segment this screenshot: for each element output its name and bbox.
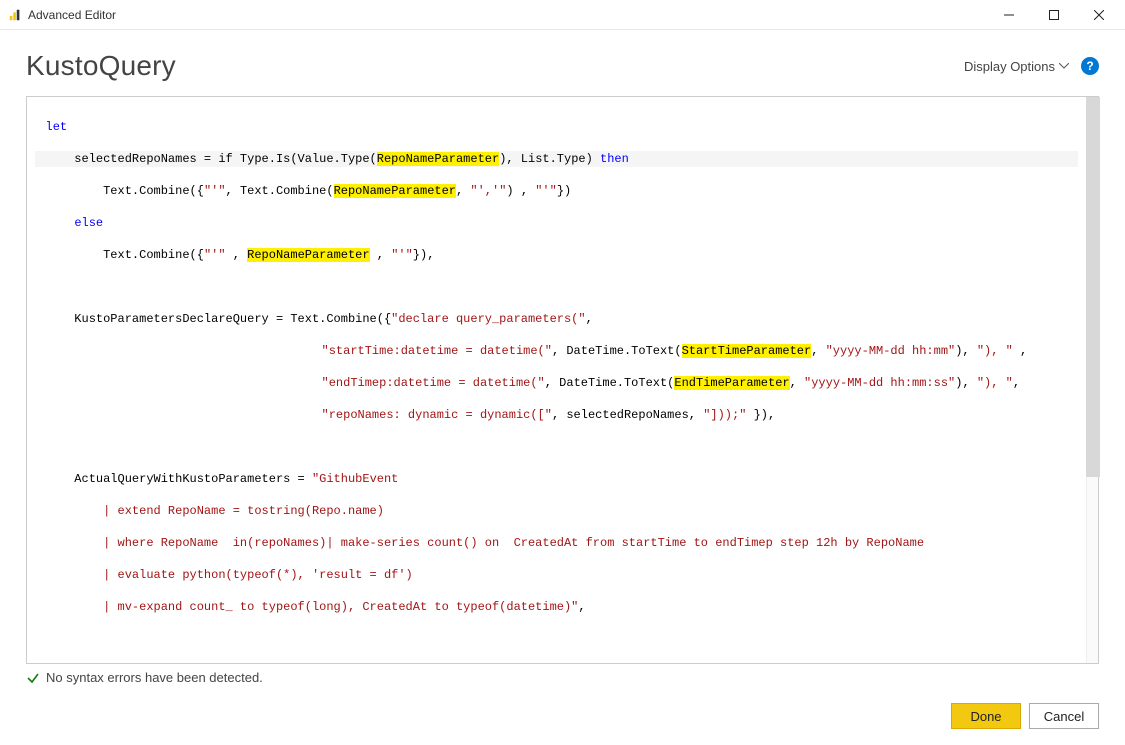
status-message: No syntax errors have been detected.	[46, 670, 263, 685]
page-title: KustoQuery	[26, 50, 176, 82]
display-options-label: Display Options	[964, 59, 1055, 74]
done-button[interactable]: Done	[951, 703, 1021, 729]
current-line: selectedRepoNames = if Type.Is(Value.Typ…	[35, 151, 1078, 167]
app-icon	[8, 8, 22, 22]
check-icon	[26, 671, 40, 685]
highlighted-param: EndTimeParameter	[674, 376, 789, 390]
footer-buttons: Done Cancel	[951, 703, 1099, 729]
minimize-button[interactable]	[986, 0, 1031, 30]
cancel-button[interactable]: Cancel	[1029, 703, 1099, 729]
close-button[interactable]	[1076, 0, 1121, 30]
scrollbar-track[interactable]	[1086, 97, 1098, 663]
help-icon[interactable]: ?	[1081, 57, 1099, 75]
highlighted-param: RepoNameParameter	[334, 184, 456, 198]
titlebar: Advanced Editor	[0, 0, 1125, 30]
header-row: KustoQuery Display Options ?	[26, 50, 1099, 82]
chevron-down-icon	[1059, 63, 1069, 69]
code-editor[interactable]: let selectedRepoNames = if Type.Is(Value…	[26, 96, 1099, 664]
window-title: Advanced Editor	[28, 8, 116, 22]
display-options-dropdown[interactable]: Display Options	[964, 59, 1069, 74]
highlighted-param: StartTimeParameter	[682, 344, 812, 358]
highlighted-param: RepoNameParameter	[247, 248, 369, 262]
scrollbar-thumb[interactable]	[1086, 97, 1100, 477]
status-bar: No syntax errors have been detected.	[26, 670, 1099, 685]
keyword-let: let	[46, 120, 68, 134]
maximize-button[interactable]	[1031, 0, 1076, 30]
code-area[interactable]: let selectedRepoNames = if Type.Is(Value…	[27, 97, 1086, 663]
highlighted-param: RepoNameParameter	[377, 152, 499, 166]
